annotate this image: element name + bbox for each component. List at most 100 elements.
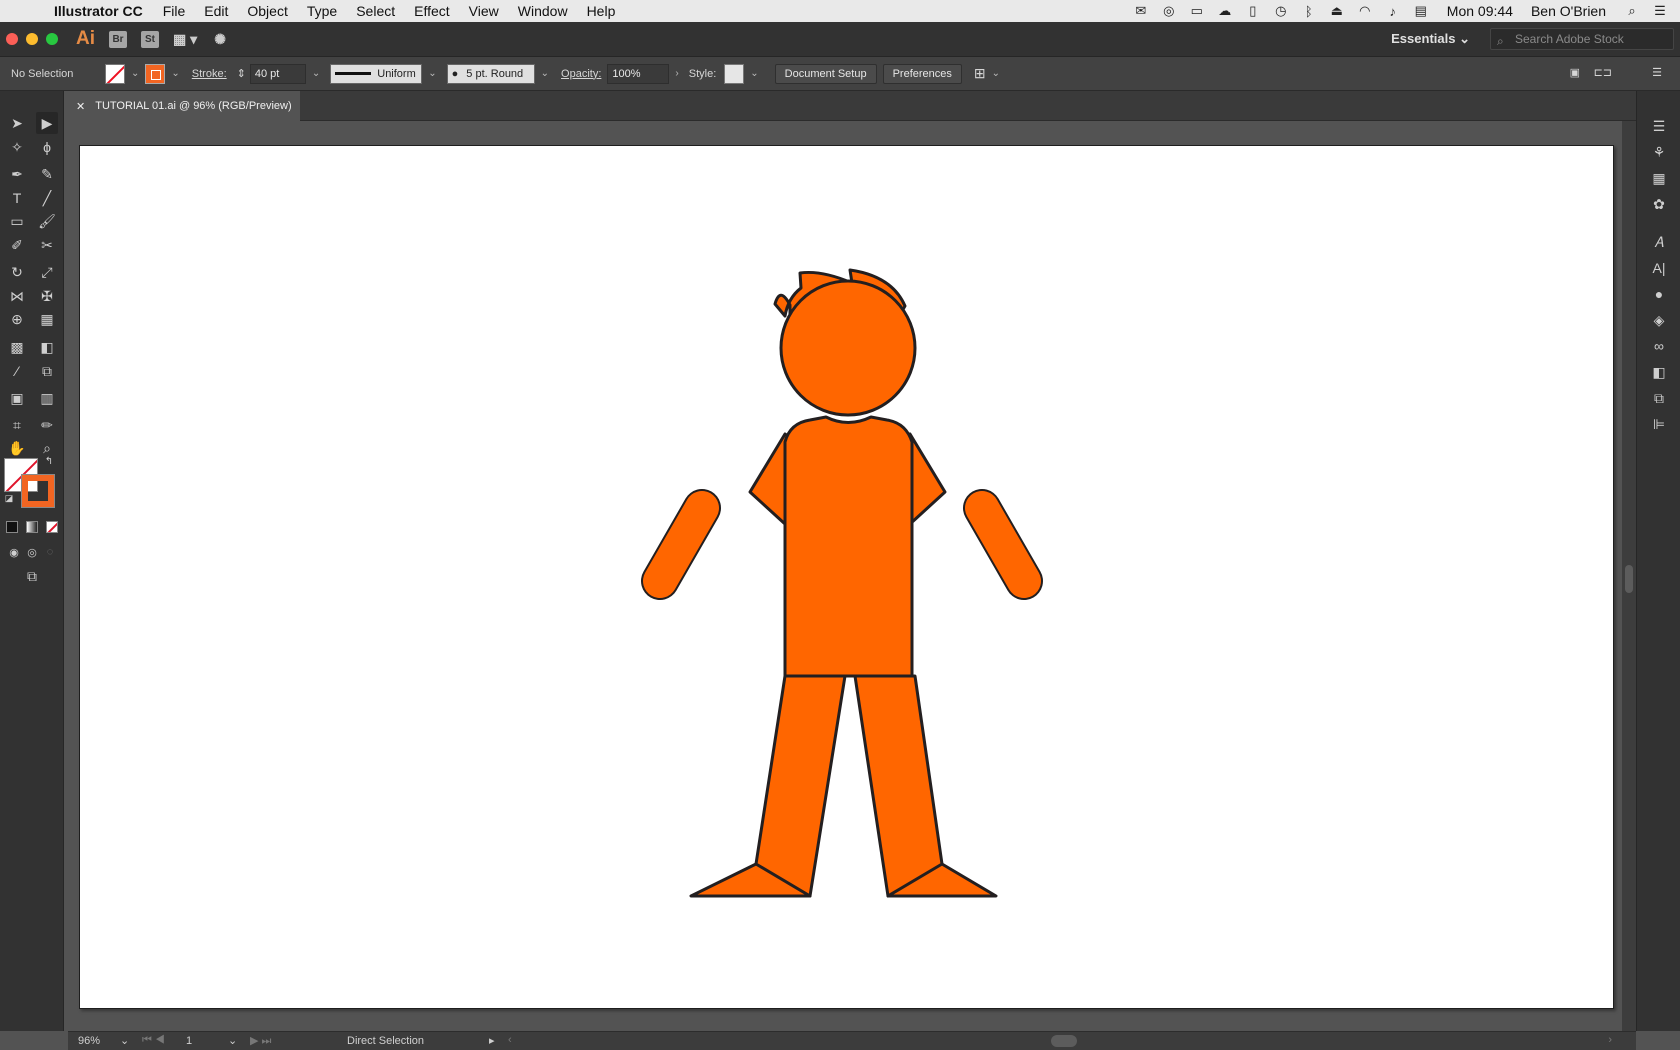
screen-mode-icon[interactable]: ⧉: [21, 565, 43, 587]
menu-help[interactable]: Help: [587, 3, 616, 19]
vertical-scrollbar[interactable]: [1622, 121, 1636, 1031]
menu-type[interactable]: Type: [307, 3, 337, 19]
opacity-label[interactable]: Opacity:: [561, 68, 601, 80]
bluetooth-icon[interactable]: ᛒ: [1301, 4, 1317, 19]
wifi-icon[interactable]: ◠: [1357, 3, 1373, 18]
chevron-down-icon[interactable]: ⌄: [428, 68, 436, 79]
libraries-panel-icon[interactable]: ⚘: [1649, 143, 1669, 161]
slice-tool-icon[interactable]: ✏: [36, 414, 58, 436]
chevron-down-icon[interactable]: ⌄: [131, 68, 139, 79]
direct-selection-tool-icon[interactable]: ▶: [36, 112, 58, 134]
menu-object[interactable]: Object: [247, 3, 287, 19]
none-mode-icon[interactable]: [46, 521, 58, 533]
menu-view[interactable]: View: [469, 3, 499, 19]
stroke-stepper-icon[interactable]: ⇕: [237, 67, 246, 80]
layers-panel-icon[interactable]: ◈: [1649, 311, 1669, 329]
puppet-warp-tool-icon[interactable]: ✠: [36, 285, 58, 307]
type-tool-icon[interactable]: T: [6, 187, 28, 209]
graphic-style-swatch[interactable]: [724, 63, 745, 84]
workspace-switcher[interactable]: Essentials ⌄: [1391, 31, 1470, 47]
brush-definition[interactable]: ● 5 pt. Round: [446, 63, 535, 84]
menubar-user[interactable]: Ben O'Brien: [1531, 3, 1606, 19]
mesh-tool-icon[interactable]: ▩: [6, 336, 28, 358]
last-artboard-icon[interactable]: ▶ ⏭: [250, 1034, 271, 1048]
window-close-button[interactable]: [6, 33, 18, 45]
opacity-input[interactable]: 100%: [607, 63, 670, 84]
horizontal-scroll-thumb[interactable]: [1051, 1035, 1077, 1047]
lasso-tool-icon[interactable]: ϕ: [36, 136, 58, 158]
creative-cloud-libraries-icon[interactable]: ∞: [1649, 337, 1669, 355]
status-menu-arrow-icon[interactable]: ▸: [489, 1034, 495, 1047]
stroke-label[interactable]: Stroke:: [192, 68, 227, 80]
variable-width-profile[interactable]: Uniform: [330, 63, 423, 84]
volume-icon[interactable]: ♪: [1385, 4, 1401, 19]
first-artboard-icon[interactable]: ⏮ ◀: [142, 1034, 165, 1047]
left-arm[interactable]: [643, 491, 719, 598]
notification-center-icon[interactable]: ☰: [1652, 3, 1668, 18]
creative-cloud-icon[interactable]: ☁: [1217, 3, 1233, 18]
stroke-color-box[interactable]: [21, 474, 55, 508]
right-arm[interactable]: [965, 491, 1041, 598]
menu-edit[interactable]: Edit: [204, 3, 228, 19]
canvas-area[interactable]: [68, 122, 1622, 1031]
artwork[interactable]: [80, 146, 1615, 1010]
bridge-button[interactable]: Br: [109, 30, 127, 48]
paintbrush-tool-icon[interactable]: 🖌: [36, 210, 58, 232]
perspective-grid-tool-icon[interactable]: ▦: [36, 308, 58, 330]
paragraph-panel-icon[interactable]: A|: [1649, 259, 1669, 277]
artboard[interactable]: [79, 145, 1614, 1009]
color-mode-icon[interactable]: [6, 521, 18, 533]
document-tab[interactable]: ✕ TUTORIAL 01.ai @ 96% (RGB/Preview): [68, 91, 300, 121]
properties-panel-icon[interactable]: ☰: [1649, 117, 1669, 135]
mail-icon[interactable]: ✉: [1133, 3, 1149, 18]
preferences-button[interactable]: Preferences: [882, 63, 962, 84]
stroke-weight-input[interactable]: 40 pt: [249, 63, 306, 84]
artboard-tool-icon[interactable]: ⌗: [6, 414, 28, 436]
chevron-down-icon[interactable]: ⌄: [228, 1034, 237, 1047]
rectangle-tool-icon[interactable]: ▭: [6, 210, 28, 232]
gradient-tool-icon[interactable]: ◧: [36, 336, 58, 358]
curvature-tool-icon[interactable]: ✎: [36, 163, 58, 185]
zoom-level[interactable]: 96%: [78, 1035, 100, 1047]
right-leg[interactable]: [853, 674, 944, 898]
brushes-panel-icon[interactable]: ✿: [1649, 195, 1669, 213]
menubar-clock[interactable]: Mon 09:44: [1447, 3, 1513, 19]
magic-wand-tool-icon[interactable]: ✧: [6, 136, 28, 158]
spotlight-icon[interactable]: ⌕: [1624, 3, 1640, 18]
transparency-panel-icon[interactable]: ⧉: [1649, 389, 1669, 407]
window-zoom-button[interactable]: [46, 33, 58, 45]
battery-device-icon[interactable]: ▯: [1245, 3, 1261, 18]
left-leg[interactable]: [754, 674, 847, 898]
vertical-scroll-thumb[interactable]: [1625, 565, 1633, 593]
selection-tool-icon[interactable]: ➤: [6, 112, 28, 134]
scroll-left-icon[interactable]: ‹: [508, 1034, 512, 1046]
shaper-tool-icon[interactable]: ✐: [6, 234, 28, 256]
arrange-documents-icon[interactable]: ▦ ▾: [173, 31, 197, 48]
eject-icon[interactable]: ⏏: [1329, 3, 1345, 18]
panel-menu-icon[interactable]: ☰: [1652, 66, 1662, 79]
app-menu[interactable]: Illustrator CC: [54, 3, 143, 19]
hand-tool-icon[interactable]: ✋: [6, 437, 28, 459]
arrange-icon[interactable]: ⊏⊐: [1594, 66, 1612, 79]
menu-file[interactable]: File: [163, 3, 186, 19]
gradient-panel-icon[interactable]: ◧: [1649, 363, 1669, 381]
gradient-mode-icon[interactable]: [26, 521, 38, 533]
keyboard-icon[interactable]: ▤: [1413, 3, 1429, 18]
aperture-icon[interactable]: ◎: [1161, 3, 1177, 18]
align-options-icon[interactable]: ⊞: [974, 65, 986, 82]
stock-button[interactable]: St: [141, 30, 159, 48]
menu-select[interactable]: Select: [356, 3, 395, 19]
chevron-down-icon[interactable]: ⌄: [992, 68, 1000, 79]
head[interactable]: [779, 279, 917, 417]
eyedropper-tool-icon[interactable]: ⁄: [6, 360, 28, 382]
column-graph-tool-icon[interactable]: ▥: [36, 387, 58, 409]
isolate-icon[interactable]: ▣: [1570, 66, 1580, 79]
scroll-right-icon[interactable]: ›: [1608, 1034, 1612, 1046]
menu-window[interactable]: Window: [518, 3, 568, 19]
shape-builder-tool-icon[interactable]: ⊕: [6, 308, 28, 330]
stroke-swatch[interactable]: [145, 63, 166, 84]
torso-shirt[interactable]: [783, 415, 914, 678]
artboard-number[interactable]: 1: [186, 1035, 192, 1047]
rotate-tool-icon[interactable]: ↻: [6, 261, 28, 283]
default-fill-stroke-icon[interactable]: ◪: [2, 491, 16, 505]
